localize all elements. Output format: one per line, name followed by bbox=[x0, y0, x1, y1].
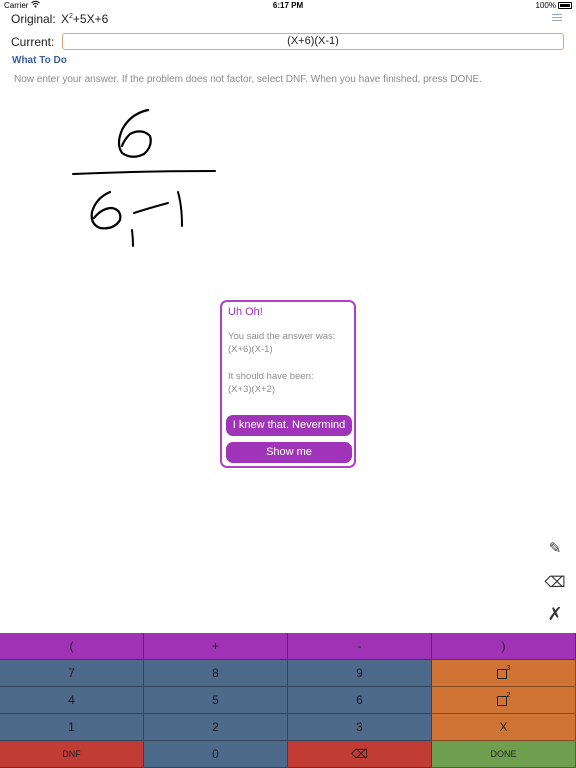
original-expression: X2+5X+6 bbox=[61, 12, 108, 26]
instructions-text: Now enter your answer. If the problem do… bbox=[14, 74, 482, 85]
ink-stroke-fraction-bar bbox=[72, 170, 216, 175]
handwriting-canvas[interactable] bbox=[70, 100, 230, 260]
key-cube-exponent[interactable]: 3 bbox=[432, 660, 576, 687]
key-7[interactable]: 7 bbox=[0, 660, 144, 687]
key-3[interactable]: 3 bbox=[288, 714, 432, 741]
key-0[interactable]: 0 bbox=[144, 741, 288, 768]
what-to-do-link[interactable]: What To Do bbox=[12, 55, 67, 66]
dialog-said-label: You said the answer was: bbox=[228, 331, 336, 342]
key-dnf[interactable]: DNF bbox=[0, 741, 144, 768]
key-done[interactable]: DONE bbox=[432, 741, 576, 768]
key-close-paren[interactable]: ) bbox=[432, 633, 576, 660]
original-expr-rest: +5X+6 bbox=[72, 12, 109, 26]
nevermind-button[interactable]: I knew that. Nevermind bbox=[226, 415, 352, 436]
uh-oh-dialog: Uh Oh! You said the answer was: (X+6)(X-… bbox=[220, 300, 356, 468]
ink-stroke-six-top bbox=[117, 108, 152, 158]
key-2[interactable]: 2 bbox=[144, 714, 288, 741]
key-8[interactable]: 8 bbox=[144, 660, 288, 687]
ink-stroke-one bbox=[177, 191, 183, 227]
key-open-paren[interactable]: ( bbox=[0, 633, 144, 660]
key-plus[interactable]: + bbox=[144, 633, 288, 660]
app-window: Carrier 6:17 PM 100% Original: X2+5X+6 C… bbox=[0, 0, 576, 768]
dialog-title: Uh Oh! bbox=[228, 306, 263, 318]
key-6[interactable]: 6 bbox=[288, 687, 432, 714]
key-x-variable[interactable]: X bbox=[432, 714, 576, 741]
square-exponent-label: 2 bbox=[506, 692, 511, 699]
show-me-button[interactable]: Show me bbox=[226, 442, 352, 463]
key-minus[interactable]: - bbox=[288, 633, 432, 660]
battery-icon bbox=[558, 2, 572, 9]
ink-stroke-minus bbox=[133, 202, 169, 214]
dialog-said-value: (X+6)(X-1) bbox=[228, 344, 273, 355]
clock-time: 6:17 PM bbox=[272, 1, 304, 10]
dialog-should-label: It should have been: bbox=[228, 371, 314, 382]
ink-stroke-six-bottom bbox=[90, 190, 122, 230]
dialog-should-value: (X+3)(X+2) bbox=[228, 384, 275, 395]
ink-stroke-tick bbox=[131, 229, 134, 247]
pencil-icon[interactable]: ✎ bbox=[544, 539, 566, 557]
original-label: Original: bbox=[11, 12, 56, 26]
original-expr-base: X bbox=[61, 12, 70, 26]
battery-percent: 100% bbox=[535, 1, 556, 10]
current-answer-field[interactable]: (X+6)(X-1) bbox=[62, 33, 564, 50]
current-label: Current: bbox=[11, 35, 55, 49]
cube-exponent-label: 3 bbox=[506, 665, 511, 672]
keypad: ( + - ) 7 8 9 3 4 5 6 2 1 2 3 X DNF 0 ⌫ … bbox=[0, 633, 576, 768]
status-bar: Carrier 6:17 PM 100% bbox=[0, 0, 576, 12]
key-5[interactable]: 5 bbox=[144, 687, 288, 714]
key-9[interactable]: 9 bbox=[288, 660, 432, 687]
key-1[interactable]: 1 bbox=[0, 714, 144, 741]
key-4[interactable]: 4 bbox=[0, 687, 144, 714]
hamburger-menu-icon[interactable] bbox=[552, 14, 562, 23]
box-placeholder-icon bbox=[496, 668, 507, 679]
clear-icon[interactable]: ✗ bbox=[544, 604, 566, 625]
backspace-icon[interactable]: ⌫ bbox=[544, 573, 566, 591]
key-square-exponent[interactable]: 2 bbox=[432, 687, 576, 714]
box-placeholder-icon bbox=[496, 695, 507, 706]
key-backspace[interactable]: ⌫ bbox=[288, 741, 432, 768]
